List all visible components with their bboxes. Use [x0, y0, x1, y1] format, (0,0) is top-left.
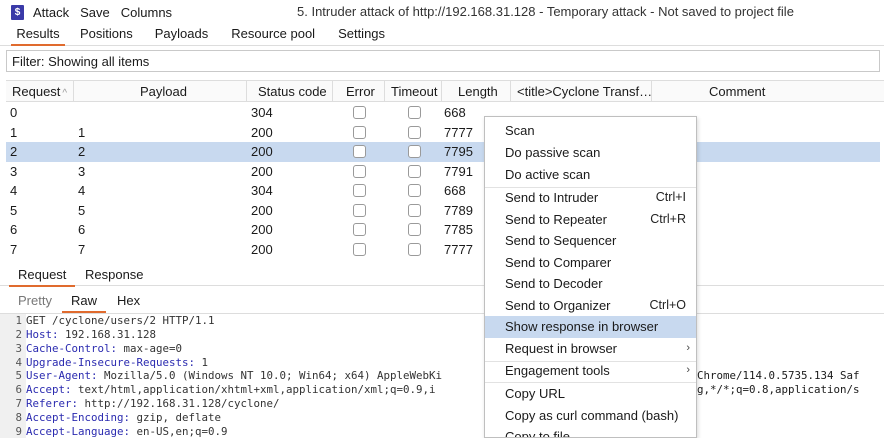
menu-item-send-to-sequencer[interactable]: Send to Sequencer: [485, 230, 696, 252]
table-header-filler: [823, 80, 884, 102]
table-row[interactable]: 5 5 200 7789: [6, 201, 880, 221]
chevron-right-icon: ›: [686, 342, 690, 354]
timeout-checkbox: [408, 203, 421, 217]
table-row[interactable]: 0 304 668: [6, 103, 880, 123]
timeout-checkbox: [408, 223, 421, 236]
window-title: 5. Intruder attack of http://192.168.31.…: [297, 4, 794, 19]
menu-item-engagement-tools[interactable]: Engagement tools ›: [485, 360, 696, 382]
error-checkbox: [353, 242, 366, 256]
timeout-checkbox: [408, 184, 421, 197]
tab-raw[interactable]: Raw: [61, 293, 107, 313]
error-checkbox: [353, 184, 366, 197]
table-row[interactable]: 7 7 200 7777: [6, 240, 880, 260]
menu-item-active-scan[interactable]: Do active scan: [485, 164, 696, 186]
timeout-checkbox: [408, 125, 421, 139]
col-length[interactable]: Length: [458, 84, 498, 99]
col-timeout[interactable]: Timeout: [391, 84, 437, 99]
request-line: 3 Cache-Control: max-age=0: [0, 341, 182, 356]
table-row[interactable]: 6 6 200 7785: [6, 220, 880, 240]
menu-save[interactable]: Save: [80, 5, 110, 20]
results-table: Request ^ Payload Status code Error Timeo…: [6, 80, 880, 260]
request-line: 5 User-Agent: Mozilla/5.0 (Windows NT 10.…: [0, 369, 442, 384]
col-payload[interactable]: Payload: [140, 84, 187, 99]
context-menu: Scan Do passive scan Do active scan Send…: [484, 116, 697, 438]
menu-item-copy-to-file[interactable]: Copy to file: [485, 426, 696, 437]
table-row[interactable]: 4 4 304 668: [6, 181, 880, 201]
tab-payloads[interactable]: Payloads: [155, 24, 208, 45]
menu-item-send-to-intruder[interactable]: Send to Intruder Ctrl+I: [485, 187, 696, 209]
menu-item-request-in-browser[interactable]: Request in browser ›: [485, 338, 696, 360]
tab-results[interactable]: Results: [11, 24, 65, 46]
menu-item-copy-url[interactable]: Copy URL: [485, 383, 696, 405]
tab-settings[interactable]: Settings: [338, 24, 385, 45]
col-request[interactable]: Request ^: [12, 84, 67, 99]
request-line: 4 Upgrade-Insecure-Requests: 1: [0, 355, 208, 370]
main-tabs: Results Positions Payloads Resource pool…: [0, 24, 884, 46]
tab-pretty[interactable]: Pretty: [18, 293, 52, 308]
title-bar: $ Attack Save Columns 5. Intruder attack…: [0, 0, 884, 24]
error-checkbox: [353, 164, 366, 178]
menu-item-send-to-comparer[interactable]: Send to Comparer: [485, 252, 696, 274]
request-line: 9 Accept-Language: en-US,en;q=0.9: [0, 424, 228, 438]
error-checkbox: [353, 125, 366, 139]
request-line-tail: g,*/*;q=0.8,application/s: [697, 383, 860, 397]
message-tabs: Request Response: [0, 264, 884, 287]
menu-item-copy-as-curl[interactable]: Copy as curl command (bash): [485, 405, 696, 427]
raw-request-editor[interactable]: 1 GET /cyclone/users/2 HTTP/1.1 2 Host: 19…: [0, 313, 884, 438]
table-row[interactable]: 1 1 200 7777: [6, 123, 880, 143]
timeout-checkbox: [408, 106, 421, 119]
error-checkbox: [353, 203, 366, 217]
timeout-checkbox: [408, 145, 421, 158]
col-error[interactable]: Error: [346, 84, 375, 99]
table-header: Request ^ Payload Status code Error Timeo…: [6, 80, 880, 102]
error-checkbox: [353, 106, 366, 119]
request-line: 7 Referer: http://192.168.31.128/cyclone/: [0, 397, 280, 411]
tab-positions[interactable]: Positions: [80, 24, 133, 45]
sort-ascending-icon: ^: [62, 88, 68, 99]
results-filter[interactable]: Filter: Showing all items: [6, 50, 880, 72]
tab-resource-pool[interactable]: Resource pool: [231, 24, 315, 45]
request-line: 1 GET /cyclone/users/2 HTTP/1.1: [0, 314, 215, 328]
request-line: 8 Accept-Encoding: gzip, deflate: [0, 410, 221, 425]
tab-hex[interactable]: Hex: [117, 293, 140, 308]
menu-item-scan[interactable]: Scan: [485, 120, 696, 142]
menu-item-send-to-organizer[interactable]: Send to Organizer Ctrl+O: [485, 295, 696, 317]
table-row[interactable]: 3 3 200 7791: [6, 162, 880, 182]
menu-item-send-to-repeater[interactable]: Send to Repeater Ctrl+R: [485, 209, 696, 231]
col-comment[interactable]: Comment: [709, 84, 765, 99]
col-status-code[interactable]: Status code: [258, 84, 327, 99]
col-title[interactable]: <title>Cyclone Transf…: [517, 84, 652, 99]
timeout-checkbox: [408, 164, 421, 178]
tab-request[interactable]: Request: [8, 267, 76, 287]
menu-item-passive-scan[interactable]: Do passive scan: [485, 142, 696, 164]
error-checkbox: [353, 223, 366, 236]
tab-response[interactable]: Response: [85, 267, 144, 282]
burp-app-icon: $: [11, 4, 24, 20]
chevron-right-icon: ›: [686, 364, 690, 376]
menu-columns[interactable]: Columns: [121, 5, 172, 20]
menu-item-show-response-in-browser[interactable]: Show response in browser: [485, 316, 696, 338]
timeout-checkbox: [408, 242, 421, 256]
error-checkbox: [353, 145, 366, 158]
menu-attack[interactable]: Attack: [33, 5, 69, 20]
request-line-tail: Chrome/114.0.5735.134 Saf: [697, 369, 860, 383]
table-row-selected[interactable]: 2 2 200 7795: [6, 142, 880, 162]
view-mode-tabs: Pretty Raw Hex: [0, 290, 884, 313]
menu-item-send-to-decoder[interactable]: Send to Decoder: [485, 273, 696, 295]
request-line: 6 Accept: text/html,application/xhtml+xml…: [0, 383, 436, 398]
request-line: 2 Host: 192.168.31.128: [0, 327, 156, 342]
